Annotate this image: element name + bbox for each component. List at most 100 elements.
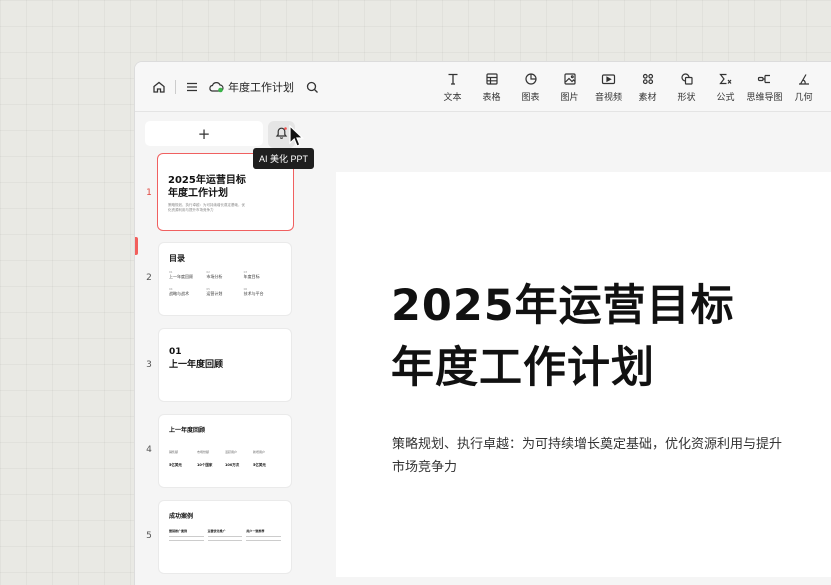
- toc-item-label: 年度目标: [243, 274, 260, 279]
- thumb-title: 年度工作计划: [168, 188, 228, 199]
- toolbar: 年度工作计划 文本 表格 图表 图片 音视频 素材 形状 公式 思维导图 几何: [135, 62, 831, 112]
- tool-label: 素材: [638, 93, 657, 103]
- thumb-title: 目录: [169, 254, 185, 263]
- slide-canvas[interactable]: 2025年运营目标 年度工作计划 策略规划、执行卓越：为可持续增长奠定基础，优化…: [336, 172, 831, 577]
- material-icon: [641, 70, 655, 88]
- slide-thumbnail-panel: + 1 2025年运营目标 年度工作计划 策略规划、执行卓越：为可持续增长奠定基…: [135, 112, 305, 585]
- thumb-title: 上一年度回顾: [169, 427, 206, 434]
- stat-label: 活跃用户: [225, 450, 238, 454]
- thumb-title: 上一年度回顾: [169, 360, 224, 370]
- slide-title-line-2: 年度工作计划: [391, 343, 655, 393]
- placeholder-line: [169, 540, 204, 541]
- tool-table[interactable]: 表格: [472, 70, 511, 103]
- thumb-title: 2025年运营目标: [168, 175, 246, 186]
- tool-image[interactable]: 图片: [550, 70, 589, 103]
- tool-label: 文本: [443, 93, 462, 103]
- table-icon: [485, 70, 499, 88]
- insert-tools: 文本 表格 图表 图片 音视频 素材 形状 公式 思维导图 几何: [433, 70, 823, 103]
- mindmap-icon: [757, 70, 772, 88]
- tool-formula[interactable]: 公式: [706, 70, 745, 103]
- placeholder-line: [246, 536, 281, 537]
- thumb-section-number: 01: [169, 347, 182, 357]
- active-slide-indicator: [135, 237, 138, 255]
- thumb-subtitle: 策略规划、执行卓越：为可持续增长奠定基础，优化资源利用与提升市场竞争力: [168, 203, 245, 212]
- toc-item-label: 市场分析: [206, 274, 223, 279]
- menu-icon[interactable]: [182, 77, 202, 97]
- tool-label: 公式: [716, 93, 735, 103]
- tool-chart[interactable]: 图表: [511, 70, 550, 103]
- placeholder-line: [246, 540, 281, 541]
- tool-label: 图片: [560, 93, 579, 103]
- stat-value: 5亿美元: [169, 463, 182, 467]
- placeholder-line: [207, 540, 243, 541]
- toc-item-label: 上一年度回顾: [169, 274, 193, 279]
- slide-number: 3: [146, 360, 152, 370]
- tool-label: 图表: [521, 93, 540, 103]
- placeholder-line: [207, 536, 243, 537]
- toc-grid: 01 上一年度回顾 02 市场分析 03 年度目标 04 战略与战术 05 运营计划 06…: [169, 270, 281, 297]
- toc-item-label: 技术与平台: [243, 291, 264, 296]
- toolbar-divider: [175, 80, 176, 94]
- stat-value: 10个国家: [197, 463, 213, 467]
- slide-subtitle[interactable]: 策略规划、执行卓越：为可持续增长奠定基础，优化资源利用与提升市场竞争力: [392, 433, 782, 479]
- tool-material[interactable]: 素材: [628, 70, 667, 103]
- document-title[interactable]: 年度工作计划: [228, 79, 294, 95]
- tool-mindmap[interactable]: 思维导图: [745, 70, 784, 103]
- stat-label: 市场份额: [197, 450, 210, 454]
- slide-thumbnail-4[interactable]: 上一年度回顾 销售额 5亿美元 市场份额 10个国家 活跃用户 100万次 新增用户 5…: [158, 414, 292, 488]
- sparkle-bell-icon: [274, 125, 289, 144]
- video-icon: [601, 70, 616, 88]
- case-column: 营销推广案例: [169, 529, 204, 541]
- toolbar-left: 年度工作计划: [149, 76, 322, 98]
- stat-value: 5亿美元: [253, 463, 266, 467]
- shape-icon: [680, 70, 694, 88]
- home-icon[interactable]: [149, 77, 169, 97]
- thumb-title: 成功案例: [169, 513, 194, 520]
- add-slide-button[interactable]: +: [145, 121, 263, 146]
- placeholder-line: [169, 536, 204, 537]
- stat-item: 活跃用户 100万次: [225, 450, 253, 468]
- tool-video[interactable]: 音视频: [589, 70, 628, 103]
- case-columns: 营销推广案例 运营优化推广 用户一致推荐: [169, 529, 281, 541]
- stat-item: 市场份额 10个国家: [197, 450, 225, 468]
- geometry-icon: [797, 70, 811, 88]
- case-column-title: 营销推广案例: [169, 529, 188, 533]
- tool-shape[interactable]: 形状: [667, 70, 706, 103]
- case-column: 用户一致推荐: [246, 529, 281, 541]
- slide-title-line-1: 2025年运营目标: [391, 281, 735, 331]
- toc-item: 02 市场分析: [206, 270, 243, 280]
- toc-item-label: 战略与战术: [169, 291, 189, 296]
- tool-label: 形状: [677, 93, 696, 103]
- search-icon[interactable]: [302, 77, 322, 97]
- slide-number: 1: [146, 188, 152, 198]
- slide-number: 5: [146, 531, 152, 541]
- ai-beautify-tooltip: AI 美化 PPT: [253, 148, 315, 169]
- formula-icon: [718, 70, 733, 88]
- slide-thumbnail-5[interactable]: 成功案例 营销推广案例 运营优化推广 用户一致推荐: [158, 500, 292, 574]
- slide-thumbnail-3[interactable]: 01 上一年度回顾: [158, 328, 292, 402]
- chart-icon: [524, 70, 538, 88]
- tool-geometry[interactable]: 几何: [784, 70, 823, 103]
- toc-item-label: 运营计划: [206, 291, 223, 296]
- presentation-app: 年度工作计划 文本 表格 图表 图片 音视频 素材 形状 公式 思维导图 几何 …: [134, 61, 831, 585]
- cloud-saved-icon: [206, 77, 226, 97]
- case-column-title: 运营优化推广: [207, 529, 226, 533]
- stat-item: 新增用户 5亿美元: [253, 450, 281, 468]
- tool-label: 表格: [482, 93, 501, 103]
- stats-grid: 销售额 5亿美元 市场份额 10个国家 活跃用户 100万次 新增用户 5亿美元: [169, 450, 281, 468]
- image-icon: [563, 70, 577, 88]
- tool-label: 音视频: [594, 93, 622, 103]
- case-column-title: 用户一致推荐: [246, 529, 265, 533]
- stat-label: 新增用户: [253, 450, 266, 454]
- slide-title[interactable]: 2025年运营目标 年度工作计划: [391, 275, 735, 399]
- tool-label: 思维导图: [746, 93, 783, 103]
- toc-item: 05 运营计划: [206, 287, 243, 297]
- toc-item: 04 战略与战术: [169, 287, 206, 297]
- toc-item: 03 年度目标: [244, 270, 281, 280]
- toc-item: 06 技术与平台: [244, 287, 281, 297]
- toc-item: 01 上一年度回顾: [169, 270, 206, 280]
- tool-label: 几何: [794, 93, 813, 103]
- tool-text[interactable]: 文本: [433, 70, 472, 103]
- slide-number: 2: [146, 273, 152, 283]
- slide-thumbnail-2[interactable]: 目录 01 上一年度回顾 02 市场分析 03 年度目标 04 战略与战术 05 运营计划…: [158, 242, 292, 316]
